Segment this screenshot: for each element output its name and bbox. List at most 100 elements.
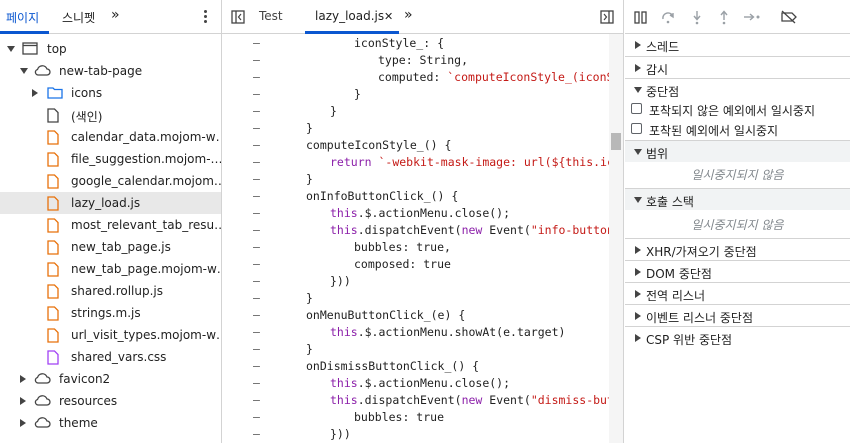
more-tabs-icon[interactable]: » [111,7,120,23]
more-options-icon[interactable] [198,8,212,26]
gutter-mark[interactable]: – [253,103,260,120]
tree-item[interactable]: (색인) [0,104,221,126]
gutter-mark[interactable]: – [253,256,260,273]
gutter-mark[interactable]: – [253,171,260,188]
section-breakpoints[interactable]: 중단점 [625,78,850,100]
code-line[interactable]: –})) [222,273,608,290]
gutter-mark[interactable]: – [253,375,260,392]
tree-item[interactable]: new_tab_page.mojom-w… [0,258,221,280]
gutter-mark[interactable]: – [253,86,260,103]
step-into-icon[interactable] [691,10,703,25]
gutter-mark[interactable]: – [253,307,260,324]
code-line[interactable]: – bubbles: true [222,409,608,426]
gutter-mark[interactable]: – [253,137,260,154]
step-out-icon[interactable] [718,10,730,25]
code-line[interactable]: – onMenuButtonClick_(e) { [222,307,608,324]
expand-icon[interactable] [20,397,26,405]
close-tab-icon[interactable]: ✕ [384,10,393,23]
gutter-mark[interactable]: – [253,392,260,409]
gutter-mark[interactable]: – [253,52,260,69]
collapsed-section[interactable]: 이벤트 리스너 중단점 [625,304,850,326]
collapsed-section[interactable]: CSP 위반 중단점 [625,326,850,348]
tree-item[interactable]: new_tab_page.js [0,236,221,258]
code-line[interactable]: –})) [222,426,608,443]
code-line[interactable]: – this.dispatchEvent(new Event("info-butt… [222,222,623,239]
code-line[interactable]: – onInfoButtonClick_() { [222,188,608,205]
code-line[interactable]: –} [222,103,608,120]
more-editor-tabs-icon[interactable]: » [404,7,413,23]
code-line[interactable]: –} [222,171,608,188]
tree-item[interactable]: shared.rollup.js [0,280,221,302]
code-line[interactable]: – this.$.actionMenu.close(); [222,205,608,222]
collapsed-section[interactable]: XHR/가져오기 중단점 [625,238,850,260]
section-call-stack[interactable]: 호출 스택 [625,188,850,210]
pause-icon[interactable] [634,11,648,24]
tree-item[interactable]: shared_vars.css [0,346,221,368]
collapsed-section[interactable]: 전역 리스너 [625,282,850,304]
tree-item[interactable]: calendar_data.mojom-w… [0,126,221,148]
code-line[interactable]: – return `-webkit-mask-image: url(${this.… [222,154,623,171]
step-icon[interactable] [743,11,761,23]
pause-uncaught-checkbox[interactable] [631,103,642,114]
gutter-mark[interactable]: – [253,154,260,171]
tree-item[interactable]: most_relevant_tab_resu… [0,214,221,236]
tree-item[interactable]: theme [0,412,221,434]
tree-item[interactable]: icons [0,82,221,104]
gutter-mark[interactable]: – [253,290,260,307]
section-threads[interactable]: 스레드 [625,34,850,56]
section-watch[interactable]: 감시 [625,56,850,78]
gutter-mark[interactable]: – [253,409,260,426]
code-line[interactable]: – this.dispatchEvent(new Event("dismiss-b… [222,392,623,409]
tab-page[interactable]: 페이지 [6,9,39,26]
gutter-mark[interactable]: – [253,69,260,86]
code-line[interactable]: – this.$.actionMenu.showAt(e.target) [222,324,608,341]
tree-item[interactable]: lazy_load.js [0,192,221,214]
pause-caught-checkbox[interactable] [631,123,642,134]
step-over-icon[interactable] [661,10,675,24]
code-line[interactable]: – composed: true [222,256,608,273]
gutter-mark[interactable]: – [253,188,260,205]
code-line[interactable]: – computeIconStyle_() { [222,137,608,154]
expand-icon[interactable] [20,419,26,427]
gutter-mark[interactable]: – [253,222,260,239]
gutter-mark[interactable]: – [253,358,260,375]
code-line[interactable]: –} [222,86,608,103]
code-line[interactable]: –} [222,120,608,137]
pause-uncaught-option[interactable]: 포착되지 않은 예외에서 일시중지 [625,98,850,120]
expand-icon[interactable] [20,375,26,383]
tree-item[interactable]: favicon2 [0,368,221,390]
gutter-mark[interactable]: – [253,324,260,341]
tab-lazy-load[interactable]: lazy_load.js [315,9,384,23]
code-line[interactable]: – this.$.actionMenu.close(); [222,375,608,392]
tab-test[interactable]: Test [259,9,283,23]
toggle-navigator-icon[interactable] [231,10,245,24]
tab-snippets[interactable]: 스니펫 [62,9,95,26]
tree-item[interactable]: strings.m.js [0,302,221,324]
expand-icon[interactable] [32,89,38,97]
code-line[interactable]: –} [222,290,608,307]
tree-item[interactable]: new-tab-page [0,60,221,82]
code-line[interactable]: – computed: `computeIconStyle_(iconSrc)` [222,69,623,86]
gutter-mark[interactable]: – [253,239,260,256]
gutter-mark[interactable]: – [253,341,260,358]
gutter-mark[interactable]: – [253,35,260,52]
code-line[interactable]: – type: String, [222,52,608,69]
editor-scroll-thumb[interactable] [611,133,621,150]
gutter-mark[interactable]: – [253,426,260,443]
deactivate-breakpoints-icon[interactable] [780,10,798,24]
gutter-mark[interactable]: – [253,273,260,290]
editor-scrollbar[interactable] [609,34,623,443]
collapse-icon[interactable] [20,68,28,74]
section-scope[interactable]: 범위 [625,140,850,162]
code-line[interactable]: – onDismissButtonClick_() { [222,358,608,375]
code-line[interactable]: – bubbles: true, [222,239,608,256]
tree-item[interactable]: top [0,38,221,60]
code-line[interactable]: –} [222,341,608,358]
collapsed-section[interactable]: DOM 중단점 [625,260,850,282]
toggle-debugger-icon[interactable] [600,10,614,24]
pause-caught-option[interactable]: 포착된 예외에서 일시중지 [625,118,850,140]
tree-item[interactable]: url_visit_types.mojom-w… [0,324,221,346]
tree-item[interactable]: google_calendar.mojom… [0,170,221,192]
tree-item[interactable]: file_suggestion.mojom-… [0,148,221,170]
gutter-mark[interactable]: – [253,205,260,222]
